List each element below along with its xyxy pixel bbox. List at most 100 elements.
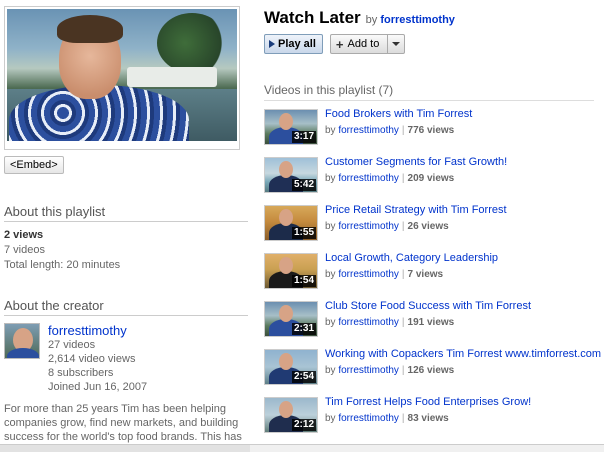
thumbnail-hair: [57, 15, 123, 43]
list-item[interactable]: 3:17 Food Brokers with Tim Forrest by fo…: [264, 107, 604, 154]
videos-heading: Videos in this playlist (7): [264, 83, 594, 101]
video-user-link[interactable]: forresttimothy: [338, 365, 399, 376]
video-user-link[interactable]: forresttimothy: [338, 269, 399, 280]
thumb-face: [279, 161, 293, 178]
about-playlist-section: About this playlist 2 views 7 videos Tot…: [4, 204, 252, 273]
video-meta: by forresttimothy | 83 views: [325, 413, 531, 425]
video-info: Customer Segments for Fast Growth! by fo…: [325, 155, 507, 202]
meta-separator: |: [401, 365, 405, 376]
video-by: by: [325, 365, 336, 376]
video-thumbnail[interactable]: 3:17: [264, 109, 318, 145]
avatar-shirt: [7, 348, 39, 358]
embed-button[interactable]: <Embed>: [4, 156, 64, 174]
playlist-header: Watch Later by forresttimothy: [264, 8, 604, 28]
add-to-button[interactable]: + Add to: [329, 34, 406, 54]
thumb-face: [279, 113, 293, 130]
video-info: Working with Copackers Tim Forrest www.t…: [325, 347, 601, 394]
video-meta: by forresttimothy | 209 views: [325, 173, 507, 185]
play-icon: [269, 40, 275, 48]
video-info: Club Store Food Success with Tim Forrest…: [325, 299, 531, 346]
playlist-thumbnail[interactable]: [7, 9, 237, 141]
meta-separator: |: [401, 269, 405, 280]
horizontal-scrollbar[interactable]: [0, 444, 604, 452]
list-item[interactable]: 1:54 Local Growth, Category Leadership b…: [264, 251, 604, 298]
list-item[interactable]: 2:31 Club Store Food Success with Tim Fo…: [264, 299, 604, 346]
creator-name-link[interactable]: forresttimothy: [48, 323, 147, 338]
video-info: Food Brokers with Tim Forrest by forrest…: [325, 107, 472, 154]
video-by: by: [325, 221, 336, 232]
video-title-link[interactable]: Food Brokers with Tim Forrest: [325, 108, 472, 121]
video-user-link[interactable]: forresttimothy: [338, 317, 399, 328]
creator-card: forresttimothy 27 videos 2,614 video vie…: [4, 323, 252, 394]
playlist-owner-link[interactable]: forresttimothy: [380, 14, 455, 26]
thumb-face: [279, 401, 293, 418]
playlist-total-length: Total length: 20 minutes: [4, 259, 121, 271]
video-duration: 2:12: [291, 419, 316, 431]
video-duration: 1:55: [291, 227, 316, 239]
playlist-thumbnail-frame[interactable]: [4, 6, 240, 150]
video-duration: 5:42: [291, 179, 316, 191]
video-thumbnail[interactable]: 2:12: [264, 397, 318, 433]
video-thumbnail[interactable]: 2:31: [264, 301, 318, 337]
playlist-byline: by forresttimothy: [366, 14, 455, 26]
video-user-link[interactable]: forresttimothy: [338, 221, 399, 232]
chevron-down-icon: [392, 42, 401, 46]
video-title-link[interactable]: Customer Segments for Fast Growth!: [325, 156, 507, 169]
list-item[interactable]: 1:55 Price Retail Strategy with Tim Forr…: [264, 203, 604, 250]
video-duration: 1:54: [291, 275, 316, 287]
video-info: Tim Forrest Helps Food Enterprises Grow!…: [325, 395, 531, 442]
video-by: by: [325, 413, 336, 424]
video-views: 209 views: [407, 173, 455, 184]
meta-separator: |: [401, 317, 405, 328]
playlist-actions: Play all + Add to: [264, 34, 604, 54]
video-views: 83 views: [407, 413, 449, 424]
list-item[interactable]: 5:42 Customer Segments for Fast Growth! …: [264, 155, 604, 202]
video-thumbnail[interactable]: 1:54: [264, 253, 318, 289]
meta-separator: |: [401, 173, 405, 184]
video-user-link[interactable]: forresttimothy: [338, 125, 399, 136]
video-title-link[interactable]: Tim Forrest Helps Food Enterprises Grow!: [325, 396, 531, 409]
creator-video-count: 27 videos: [48, 339, 96, 351]
playlist-video-count: 7 videos: [4, 244, 45, 256]
add-to-main[interactable]: + Add to: [331, 35, 389, 53]
thumbnail-palm: [157, 13, 227, 73]
video-by: by: [325, 173, 336, 184]
creator-details: forresttimothy 27 videos 2,614 video vie…: [48, 323, 147, 394]
about-playlist-heading: About this playlist: [4, 204, 248, 222]
video-meta: by forresttimothy | 26 views: [325, 221, 507, 233]
video-views: 191 views: [407, 317, 455, 328]
thumbnail-boat: [127, 67, 217, 87]
video-thumbnail[interactable]: 1:55: [264, 205, 318, 241]
video-views: 776 views: [407, 125, 455, 136]
thumb-face: [279, 353, 293, 370]
video-thumbnail[interactable]: 5:42: [264, 157, 318, 193]
add-to-label: Add to: [347, 38, 380, 50]
play-all-button[interactable]: Play all: [264, 34, 323, 54]
avatar[interactable]: [4, 323, 40, 359]
video-duration: 3:17: [291, 131, 316, 143]
video-title-link[interactable]: Price Retail Strategy with Tim Forrest: [325, 204, 507, 217]
creator-video-views: 2,614 video views: [48, 353, 136, 365]
about-creator-section: About the creator forresttimothy 27 vide…: [4, 298, 252, 448]
plus-icon: +: [335, 36, 344, 52]
video-meta: by forresttimothy | 126 views: [325, 365, 601, 377]
video-meta: by forresttimothy | 776 views: [325, 125, 472, 137]
video-thumbnail[interactable]: 2:54: [264, 349, 318, 385]
meta-separator: |: [401, 125, 405, 136]
video-views: 26 views: [407, 221, 449, 232]
list-item[interactable]: 2:54 Working with Copackers Tim Forrest …: [264, 347, 604, 394]
list-item[interactable]: 2:12 Tim Forrest Helps Food Enterprises …: [264, 395, 604, 442]
video-user-link[interactable]: forresttimothy: [338, 173, 399, 184]
thumb-face: [279, 257, 293, 274]
video-title-link[interactable]: Club Store Food Success with Tim Forrest: [325, 300, 531, 313]
video-title-link[interactable]: Working with Copackers Tim Forrest www.t…: [325, 348, 601, 361]
add-to-dropdown[interactable]: [388, 42, 404, 46]
meta-separator: |: [401, 413, 405, 424]
video-title-link[interactable]: Local Growth, Category Leadership: [325, 252, 498, 265]
video-by: by: [325, 125, 336, 136]
scrollbar-thumb[interactable]: [0, 445, 250, 452]
video-views: 7 views: [407, 269, 444, 280]
playlist-main: Watch Later by forresttimothy Play all +…: [264, 8, 604, 442]
video-info: Price Retail Strategy with Tim Forrest b…: [325, 203, 507, 250]
video-user-link[interactable]: forresttimothy: [338, 413, 399, 424]
